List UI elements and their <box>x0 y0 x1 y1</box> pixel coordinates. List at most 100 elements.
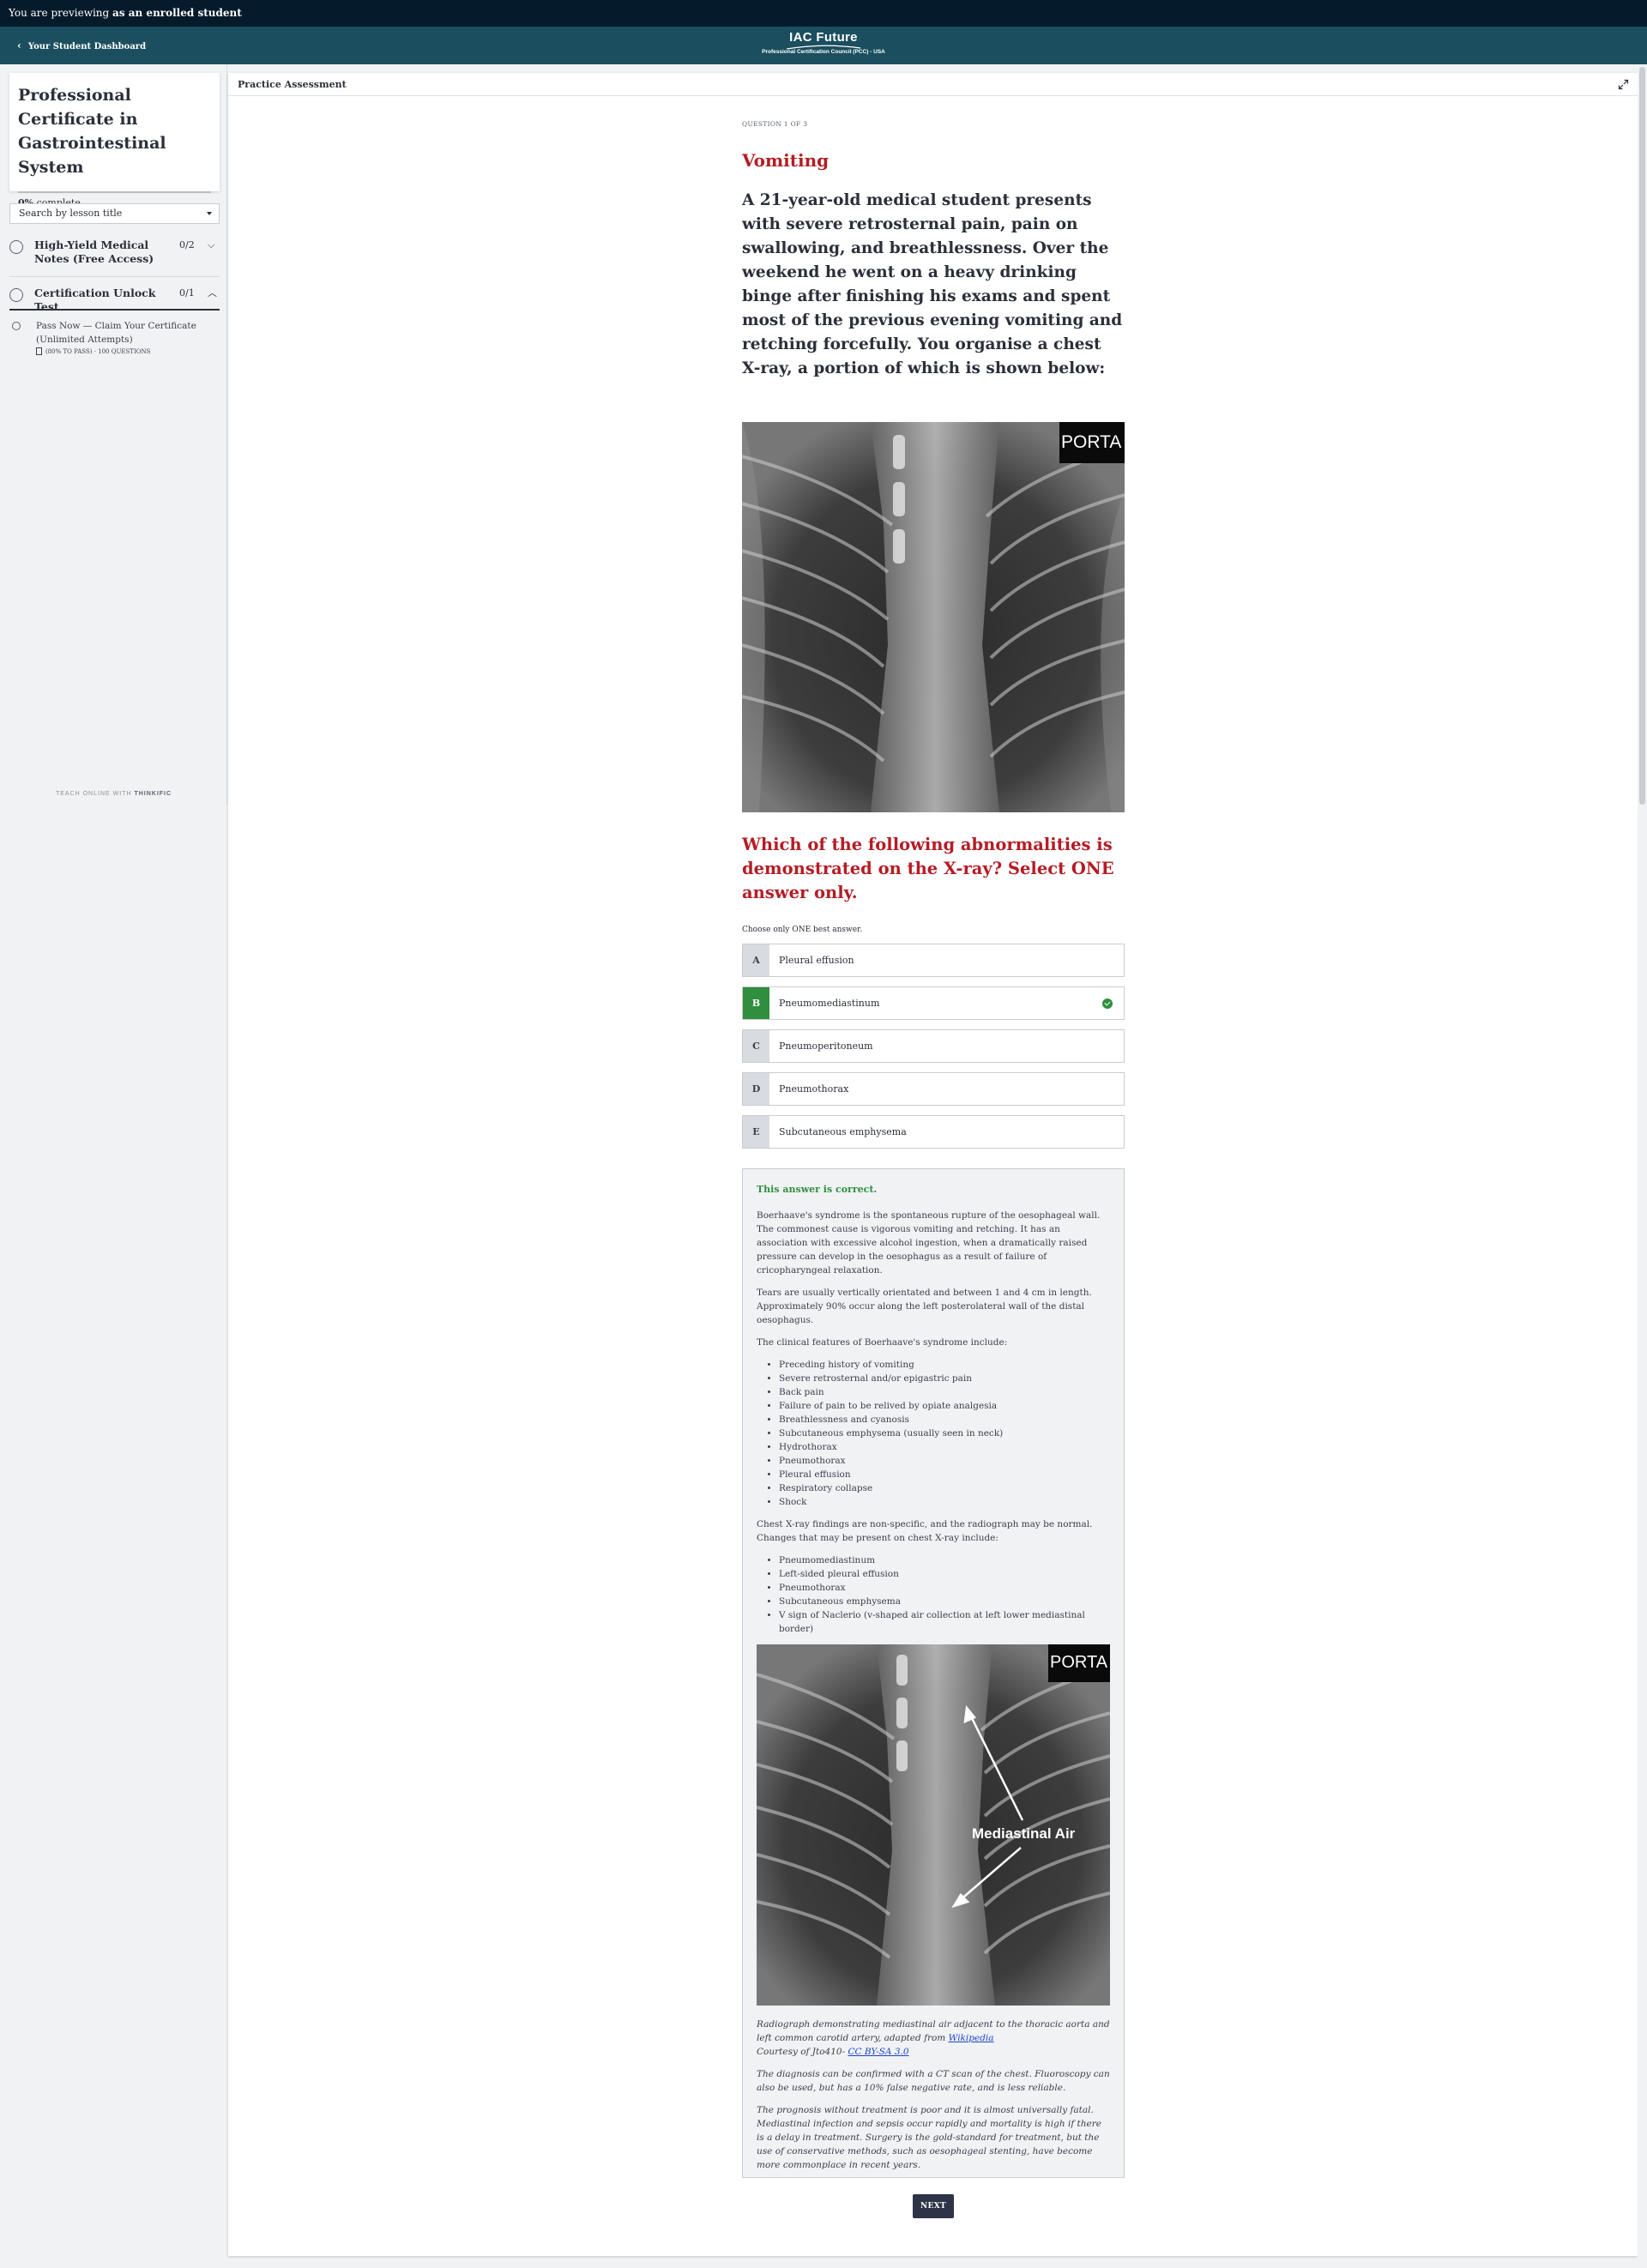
scrollbar-thumb[interactable] <box>1639 67 1645 805</box>
teach-online-footer[interactable]: TEACH ONLINE WITH THINKIFIC <box>0 791 227 797</box>
chapter-status-circle-icon <box>9 240 23 254</box>
license-link[interactable]: CC BY-SA 3.0 <box>848 2047 908 2057</box>
course-sidebar: Professional Certificate in Gastrointest… <box>0 64 227 811</box>
list-item: Failure of pain to be relived by opiate … <box>779 1399 1110 1413</box>
assessment-title: Practice Assessment <box>238 79 347 90</box>
chest-xray-image: PORTA <box>742 422 1125 812</box>
caption-text: Radiograph demonstrating mediastinal air… <box>757 2019 1110 2043</box>
back-to-dashboard-link[interactable]: ‹ Your Student Dashboard <box>17 27 146 64</box>
feedback-paragraph: The prognosis without treatment is poor … <box>757 2105 1101 2170</box>
expand-icon[interactable] <box>1618 79 1629 90</box>
chapter-divider <box>9 309 220 311</box>
answer-option-d[interactable]: D Pneumothorax <box>742 1072 1125 1106</box>
question-number: QUESTION 1 OF 3 <box>742 120 808 128</box>
chapter-divider <box>9 276 220 277</box>
quiz-document-icon <box>36 347 42 355</box>
chapter-count: 0/1 <box>179 287 195 299</box>
answer-option-c[interactable]: C Pneumoperitoneum <box>742 1029 1125 1063</box>
list-item: Pneumomediastinum <box>779 1553 1110 1567</box>
answer-option-b[interactable]: B Pneumomediastinum <box>742 986 1125 1020</box>
wikipedia-link[interactable]: Wikipedia <box>949 2033 994 2043</box>
list-item: Shock <box>779 1495 1110 1509</box>
feedback-paragraph: The diagnosis can be confirmed with a CT… <box>757 2069 1110 2093</box>
main-panel: Practice Assessment QUESTION 1 OF 3 Vomi… <box>228 73 1638 2256</box>
footer-brand: THINKIFIC <box>134 791 172 797</box>
caret-down-icon <box>207 212 212 215</box>
feedback-paragraph: Chest X-ray findings are non-specific, a… <box>757 1519 1093 1543</box>
answer-feedback-panel: This answer is correct. Boerhaave's synd… <box>742 1168 1125 2178</box>
progress-bar <box>18 191 211 193</box>
back-label: Your Student Dashboard <box>27 42 147 51</box>
lesson-title: Pass Now — Claim Your Certificate (Unlim… <box>36 321 196 345</box>
course-card: Professional Certificate in Gastrointest… <box>9 73 220 208</box>
lesson-meta-text: (80% TO PASS) · 100 QUESTIONS <box>45 348 151 355</box>
answer-letter: C <box>743 1030 769 1062</box>
list-item: V sign of Naclerio (v-shaped air collect… <box>779 1608 1110 1636</box>
answer-instruction: Choose only ONE best answer. <box>742 926 863 934</box>
chapter-status-circle-icon <box>9 288 23 302</box>
lesson-search-select[interactable]: Search by lesson title <box>9 203 220 224</box>
sidebar-border <box>226 64 227 806</box>
answer-text: Pneumothorax <box>779 1083 849 1095</box>
answer-letter: D <box>743 1073 769 1105</box>
feedback-paragraph: The clinical features of Boerhaave's syn… <box>757 1337 1008 1348</box>
answer-text: Pneumoperitoneum <box>779 1041 873 1052</box>
question-stem: A 21-year-old medical student presents w… <box>742 191 1123 377</box>
list-item: Respiratory collapse <box>779 1481 1110 1495</box>
clinical-features-list: Preceding history of vomiting Severe ret… <box>779 1358 1110 1509</box>
xray-findings-list: Pneumomediastinum Left-sided pleural eff… <box>779 1553 1110 1636</box>
image-caption: Radiograph demonstrating mediastinal air… <box>757 2018 1110 2059</box>
list-item: Hydrothorax <box>779 1440 1110 1454</box>
main-header: Practice Assessment <box>228 73 1638 96</box>
check-circle-icon <box>1102 998 1113 1009</box>
list-item: Back pain <box>779 1385 1110 1399</box>
chevron-left-icon: ‹ <box>17 39 21 51</box>
top-header: ‹ Your Student Dashboard IAC Future Profe… <box>0 27 1647 64</box>
answer-text: Subcutaneous emphysema <box>779 1126 907 1137</box>
search-placeholder: Search by lesson title <box>19 208 123 219</box>
list-item: Pleural effusion <box>779 1468 1110 1481</box>
preview-suffix: as an enrolled student <box>112 7 242 19</box>
feedback-paragraph: Boerhaave's syndrome is the spontaneous … <box>757 1210 1101 1276</box>
mediastinal-air-label: Mediastinal Air <box>972 1825 1076 1842</box>
answer-text: Pneumomediastinum <box>779 998 880 1009</box>
list-item: Pneumothorax <box>779 1581 1110 1595</box>
answer-letter: A <box>743 944 769 976</box>
course-title: Professional Certificate in Gastrointest… <box>18 86 166 177</box>
xray-overlay-text: PORTA <box>1061 432 1121 452</box>
chevron-down-icon: ⌵ <box>208 239 215 250</box>
question-text: Which of the following abnormalities is … <box>742 835 1114 902</box>
feedback-status: This answer is correct. <box>757 1184 878 1195</box>
chapter-certification-test[interactable]: Certification Unlock Test 0/1 ︿ <box>9 287 220 313</box>
next-button[interactable]: NEXT <box>913 2194 954 2218</box>
answer-letter: B <box>743 987 769 1019</box>
list-item: Pneumothorax <box>779 1454 1110 1468</box>
list-item: Subcutaneous emphysema (usually seen in … <box>779 1427 1110 1440</box>
caption-credit: Courtesy of Jto410- <box>757 2047 848 2057</box>
annotated-xray-image: PORTA Mediastinal Air <box>757 1644 1110 2006</box>
preview-bar: You are previewing as an enrolled studen… <box>0 0 1647 27</box>
answer-option-e[interactable]: E Subcutaneous emphysema <box>742 1115 1125 1149</box>
brand-subtitle: Professional Certification Council (PCC)… <box>762 49 885 55</box>
chapter-count: 0/2 <box>179 239 195 250</box>
lesson-meta: (80% TO PASS) · 100 QUESTIONS <box>36 347 150 355</box>
list-item: Subcutaneous emphysema <box>779 1595 1110 1608</box>
list-item: Preceding history of vomiting <box>779 1358 1110 1372</box>
brand-logo[interactable]: IAC Future Professional Certification Co… <box>762 30 885 55</box>
question-topic: Vomiting <box>742 150 830 171</box>
list-item: Breathlessness and cyanosis <box>779 1413 1110 1427</box>
chevron-up-icon: ︿ <box>208 287 217 299</box>
brand-name: IAC Future <box>789 30 858 45</box>
list-item: Severe retrosternal and/or epigastric pa… <box>779 1372 1110 1385</box>
chapter-title: High-Yield Medical Notes (Free Access) <box>34 238 154 265</box>
chapter-high-yield-notes[interactable]: High-Yield Medical Notes (Free Access) 0… <box>9 238 220 266</box>
footer-prefix: TEACH ONLINE WITH <box>55 791 132 797</box>
xray-overlay-text: PORTA <box>1050 1653 1108 1672</box>
lesson-status-circle-icon <box>12 322 21 330</box>
answer-text: Pleural effusion <box>779 955 854 966</box>
answer-letter: E <box>743 1116 769 1148</box>
answer-option-a[interactable]: A Pleural effusion <box>742 944 1125 977</box>
feedback-paragraph: Tears are usually vertically orientated … <box>757 1288 1092 1325</box>
list-item: Left-sided pleural effusion <box>779 1567 1110 1581</box>
preview-prefix: You are previewing <box>9 7 110 19</box>
